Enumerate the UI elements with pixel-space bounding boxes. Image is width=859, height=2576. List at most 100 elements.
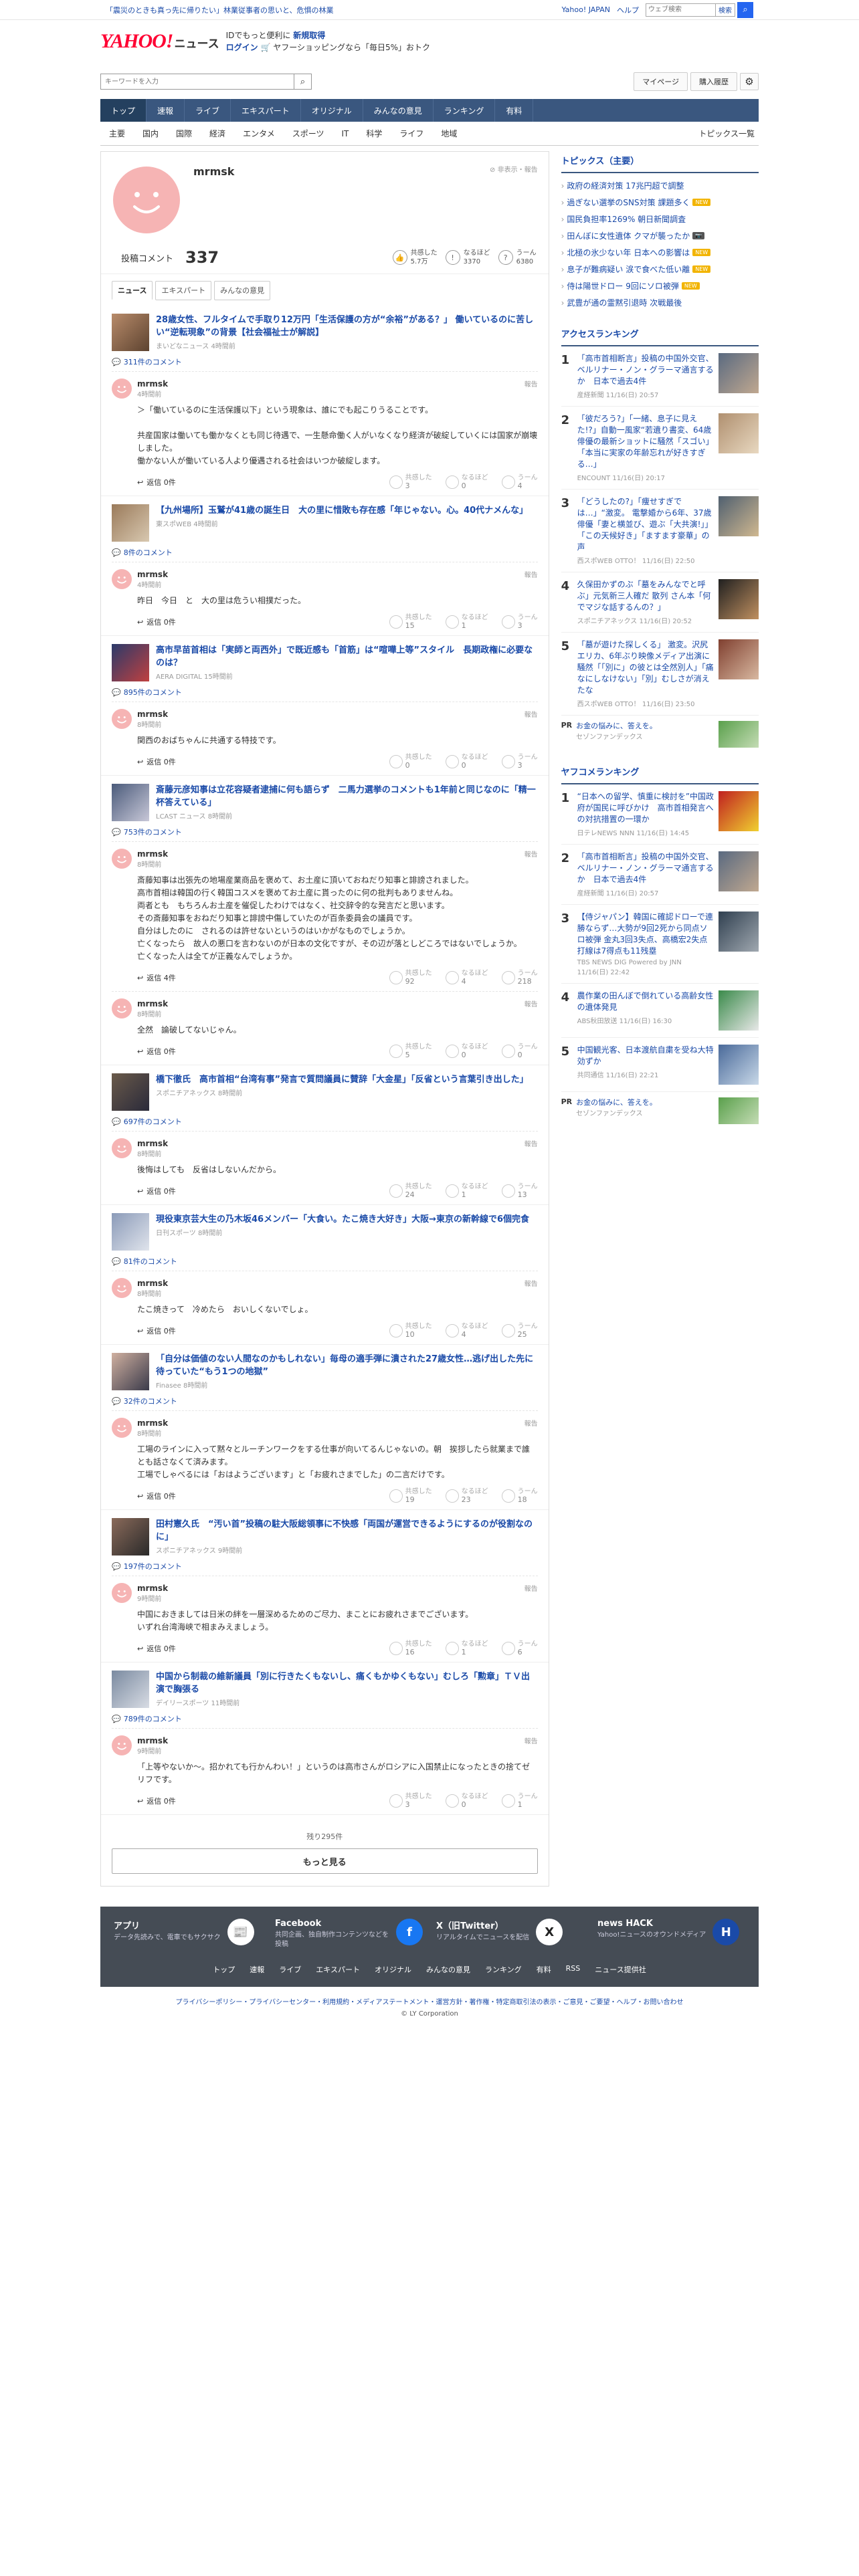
footer-x[interactable]: X（旧Twitter） リアルタイムでニュースを配信 X bbox=[436, 1919, 584, 1949]
footer-facebook[interactable]: Facebook 共同企画、独自制作コンテンツなどを投稿 f bbox=[275, 1919, 423, 1949]
article-link[interactable]: 斎藤元彦知事は立花容疑者逮捕に何も語らず 二馬力選挙のコメントも1年前と同じなの… bbox=[112, 784, 538, 821]
footer-app[interactable]: アプリ データ先読みで、電車でもサクサク 📰 bbox=[114, 1919, 262, 1949]
comment-author[interactable]: mrmsk bbox=[137, 570, 168, 579]
article-link[interactable]: 「自分は価値のない人間なのかもしれない」毎母の適手弾に潰された27歳女性…逃げ出… bbox=[112, 1353, 538, 1390]
topic-item[interactable]: 田んぼに女性遺体 クマが襲ったか📷 bbox=[561, 227, 759, 244]
comment-count-link[interactable]: 💬 197件のコメント bbox=[112, 1561, 538, 1572]
mypage-button[interactable]: マイページ bbox=[634, 72, 688, 91]
vote-empathy[interactable]: 共感した 3 bbox=[389, 1793, 432, 1809]
vote-hmm[interactable]: うーん 13 bbox=[501, 1183, 538, 1199]
report-link[interactable]: 報告 bbox=[524, 379, 538, 389]
article-title[interactable]: 28歳女性、フルタイムで手取り12万円「生活保護の方が“余裕”がある？」 働いて… bbox=[156, 314, 538, 339]
comment-author[interactable]: mrmsk bbox=[137, 1139, 168, 1148]
vote-insight[interactable]: なるほど 4 bbox=[445, 970, 488, 986]
login-link[interactable]: ログイン bbox=[226, 43, 258, 52]
nav-ranking[interactable]: ランキング bbox=[434, 99, 496, 122]
vote-hmm[interactable]: うーん 6 bbox=[501, 1640, 538, 1656]
article-title[interactable]: 田村憲久氏 “汚い首”投稿の駐大阪総領事に不快感「両国が運営できるようにするのが… bbox=[156, 1518, 538, 1543]
article-title[interactable]: 橋下徹氏 高市首相“台湾有事”発言で質問議員に賛辞「大金星」「反省という言葉引き… bbox=[156, 1073, 529, 1086]
ranking-item[interactable]: 2 「彼だろう?」「一緒、息子に見えた!?」自動一風家“若遺り書変、64歳俳優の最… bbox=[561, 407, 759, 490]
article-title[interactable]: 「自分は価値のない人間なのかもしれない」毎母の適手弾に潰された27歳女性…逃げ出… bbox=[156, 1353, 538, 1378]
footer-nav-link[interactable]: RSS bbox=[566, 1964, 581, 1975]
footer-legal-links[interactable]: プライバシーポリシー・プライバシーセンター・利用規約・メディアステートメント・運… bbox=[0, 1996, 859, 2006]
nav-breaking[interactable]: 速報 bbox=[147, 99, 185, 122]
signup-link[interactable]: 新規取得 bbox=[293, 31, 325, 40]
cat-economy[interactable]: 経済 bbox=[201, 128, 234, 139]
footer-nav-link[interactable]: 速報 bbox=[250, 1964, 264, 1975]
cat-life[interactable]: ライフ bbox=[391, 128, 432, 139]
article-link[interactable]: 田村憲久氏 “汚い首”投稿の駐大阪総領事に不快感「両国が運営できるようにするのが… bbox=[112, 1518, 538, 1555]
tab-news[interactable]: ニュース bbox=[112, 281, 153, 300]
reply-button[interactable]: ↩ 返信 0件 bbox=[137, 756, 176, 767]
report-link[interactable]: 報告 bbox=[524, 998, 538, 1008]
ranking-item[interactable]: 4 農作業の田んぼで倒れている高齢女性の遺体発見 ABS秋田放送 11/16(日) … bbox=[561, 984, 759, 1038]
vote-insight[interactable]: なるほど 1 bbox=[445, 1183, 488, 1199]
footer-nav-link[interactable]: ランキング bbox=[485, 1964, 522, 1975]
report-link[interactable]: 報告 bbox=[524, 709, 538, 719]
web-search-input[interactable] bbox=[646, 3, 716, 17]
tab-opinion[interactable]: みんなの意見 bbox=[214, 281, 271, 300]
comment-count-link[interactable]: 💬 8件のコメント bbox=[112, 547, 538, 558]
vote-empathy[interactable]: 共感した 16 bbox=[389, 1640, 432, 1656]
article-link[interactable]: 橋下徹氏 高市首相“台湾有事”発言で質問議員に賛辞「大金星」「反省という言葉引き… bbox=[112, 1073, 538, 1111]
vote-empathy[interactable]: 共感した 10 bbox=[389, 1323, 432, 1339]
nav-top[interactable]: トップ bbox=[100, 99, 147, 122]
article-link[interactable]: 高市早苗首相は「実師と両西外」で既近感も「首筋」は“喧嘩上等”スタイル 長期政権… bbox=[112, 644, 538, 681]
reply-button[interactable]: ↩ 返信 4件 bbox=[137, 972, 176, 983]
cat-it[interactable]: IT bbox=[332, 129, 357, 138]
vote-empathy[interactable]: 共感した 92 bbox=[389, 970, 432, 986]
vote-insight[interactable]: なるほど 0 bbox=[445, 474, 488, 490]
vote-insight[interactable]: なるほど 0 bbox=[445, 1043, 488, 1059]
nav-original[interactable]: オリジナル bbox=[301, 99, 363, 122]
report-link[interactable]: 報告 bbox=[524, 849, 538, 859]
nav-live[interactable]: ライブ bbox=[185, 99, 231, 122]
help-link[interactable]: ヘルプ bbox=[617, 5, 639, 15]
vote-empathy[interactable]: 共感した 19 bbox=[389, 1488, 432, 1504]
ranking-item[interactable]: 2 「高市首相断言」投稿の中国外交官、ベルリナー・ノン・グラーマ通言するか 日本で… bbox=[561, 845, 759, 905]
promo-text-2[interactable]: ヤフーショッピングなら「毎日5%」おトク bbox=[273, 43, 430, 52]
ranking-item[interactable]: 5 中国観光客、日本渡航自粛を受ね大特効ずか 共同通信 11/16(日) 22:21 bbox=[561, 1038, 759, 1092]
topics-list-link[interactable]: トピックス一覧 bbox=[690, 128, 759, 139]
history-button[interactable]: 購入履歴 bbox=[690, 72, 737, 91]
article-link[interactable]: 現役東京芸大生の乃木坂46メンバー「大食い。たこ焼き大好き」大阪→東京の新幹線で… bbox=[112, 1213, 538, 1251]
footer-nav-link[interactable]: オリジナル bbox=[375, 1964, 411, 1975]
ranking-item[interactable]: 3 「どうしたの?」「痩せすぎでは…」“激変。 電撃婚から6年、37歳俳優「妻と横… bbox=[561, 490, 759, 572]
comment-author[interactable]: mrmsk bbox=[137, 999, 168, 1008]
comment-author[interactable]: mrmsk bbox=[137, 1584, 168, 1593]
vote-hmm[interactable]: うーん 3 bbox=[501, 754, 538, 770]
notice-link[interactable]: 「震災のときも真っ先に帰りたい」林業従事者の思いと、危惧の林業 bbox=[106, 5, 334, 15]
ranking-item[interactable]: 5 「墓が遊けた探しくる」 激変。沢尻エリカ、6年ぶり映像メディア出演に騒然「「別… bbox=[561, 633, 759, 716]
yahoo-japan-link[interactable]: Yahoo! JAPAN bbox=[561, 5, 610, 14]
ranking-item[interactable]: 1 “日本への留学、慎重に検討を”中国政府が国民に呼びかけ 高市首相発言への対抗措… bbox=[561, 784, 759, 845]
topic-item[interactable]: 北極の氷少ない年 日本への影響はNEW bbox=[561, 244, 759, 261]
reply-button[interactable]: ↩ 返信 0件 bbox=[137, 1491, 176, 1501]
vote-empathy[interactable]: 共感した 15 bbox=[389, 614, 432, 630]
reply-button[interactable]: ↩ 返信 0件 bbox=[137, 617, 176, 627]
vote-insight[interactable]: なるほど 1 bbox=[445, 1640, 488, 1656]
nav-opinion[interactable]: みんなの意見 bbox=[363, 99, 434, 122]
article-link[interactable]: 【九州場所】玉鷲が41歳の誕生日 大の里に惜敗も存在感「年じゃない。心。40代ナ… bbox=[112, 504, 538, 542]
reply-button[interactable]: ↩ 返信 0件 bbox=[137, 1796, 176, 1806]
article-title[interactable]: 斎藤元彦知事は立花容疑者逮捕に何も語らず 二馬力選挙のコメントも1年前と同じなの… bbox=[156, 784, 538, 809]
reply-button[interactable]: ↩ 返信 0件 bbox=[137, 1643, 176, 1654]
footer-nav-link[interactable]: ライブ bbox=[279, 1964, 301, 1975]
ranking-item[interactable]: 3 【侍ジャパン】韓国に確認ドローで連勝ならず…大勢が9回2死から同点ソロ被弾 金… bbox=[561, 905, 759, 984]
article-title[interactable]: 中国から制裁の維新議員「別に行きたくもないし、痛くもかゆくもない」むしろ「勲章」… bbox=[156, 1671, 538, 1696]
vote-empathy[interactable]: 共感した 24 bbox=[389, 1183, 432, 1199]
footer-nav-link[interactable]: ニュース提供社 bbox=[595, 1964, 646, 1975]
topic-item[interactable]: 政府の経済対策 17兆円超で調整 bbox=[561, 177, 759, 194]
comment-count-link[interactable]: 💬 311件のコメント bbox=[112, 356, 538, 367]
vote-empathy[interactable]: 共感した 3 bbox=[389, 474, 432, 490]
comment-count-link[interactable]: 💬 81件のコメント bbox=[112, 1256, 538, 1267]
article-title[interactable]: 高市早苗首相は「実師と両西外」で既近感も「首筋」は“喧嘩上等”スタイル 長期政権… bbox=[156, 644, 538, 669]
comment-author[interactable]: mrmsk bbox=[137, 379, 168, 389]
vote-hmm[interactable]: うーん 218 bbox=[501, 970, 538, 986]
comment-author[interactable]: mrmsk bbox=[137, 1736, 168, 1745]
vote-insight[interactable]: なるほど 0 bbox=[445, 754, 488, 770]
vote-hmm[interactable]: うーん 25 bbox=[501, 1323, 538, 1339]
reply-button[interactable]: ↩ 返信 0件 bbox=[137, 477, 176, 488]
cat-domestic[interactable]: 国内 bbox=[134, 128, 167, 139]
reply-button[interactable]: ↩ 返信 0件 bbox=[137, 1046, 176, 1057]
comment-count-link[interactable]: 💬 753件のコメント bbox=[112, 827, 538, 837]
vote-empathy[interactable]: 共感した 5 bbox=[389, 1043, 432, 1059]
